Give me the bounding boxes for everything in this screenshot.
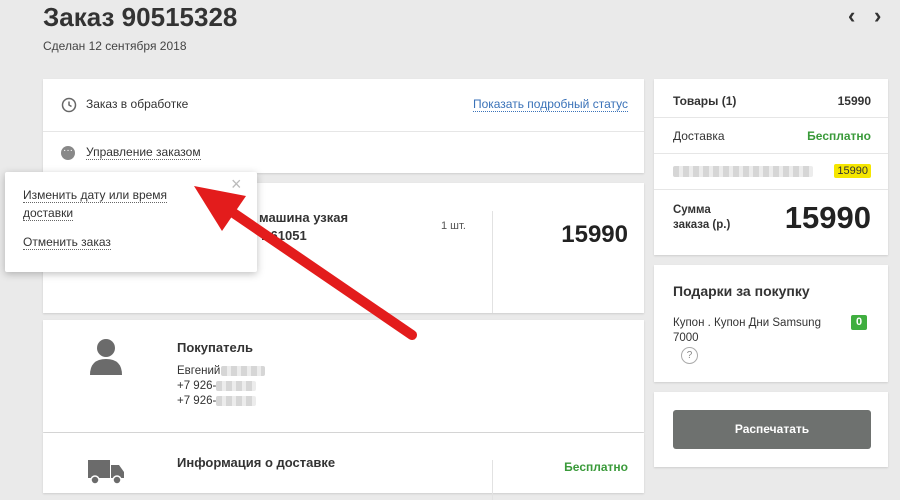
red-arrow-annotation xyxy=(194,186,417,340)
